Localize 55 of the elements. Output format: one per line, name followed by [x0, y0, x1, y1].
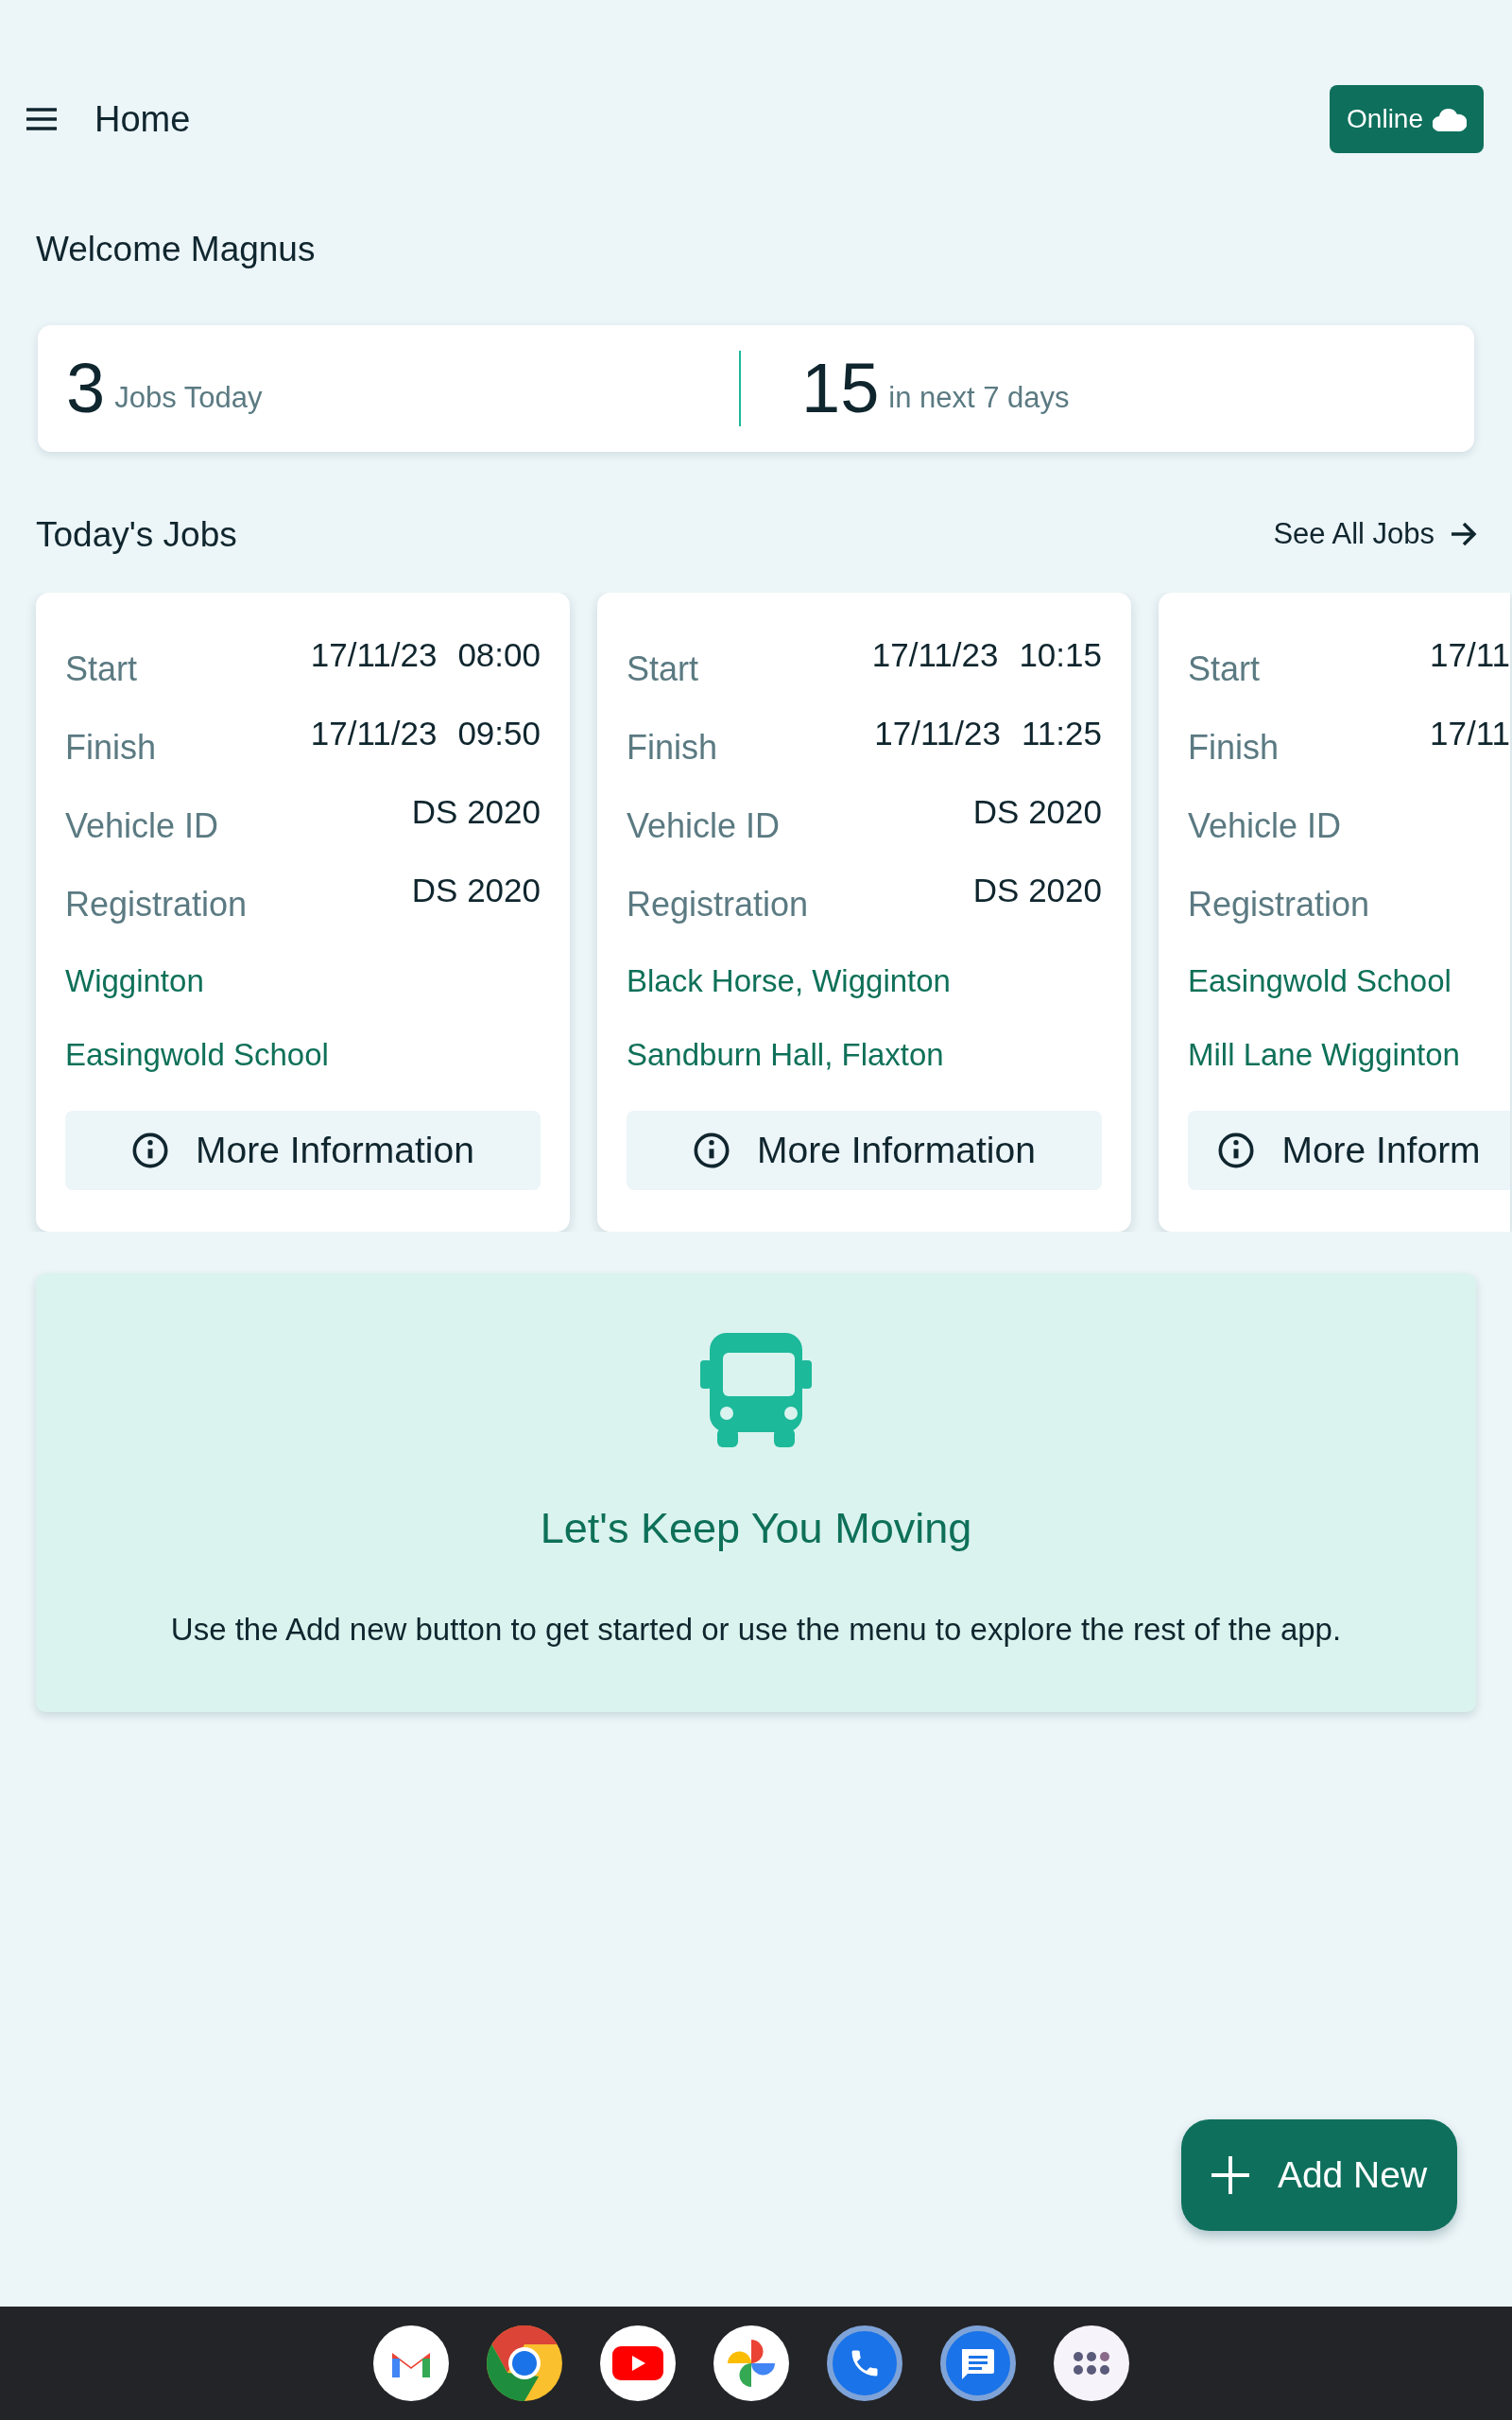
field-label: Registration: [1188, 884, 1370, 925]
field-value: 17/11/23: [874, 714, 1001, 753]
location-text: Wigginton: [65, 962, 204, 1001]
promo-text: Use the Add new button to get started or use the menu to explore the rest of the app.: [170, 1610, 1342, 1649]
stat-label: in next 7 days: [888, 380, 1070, 416]
field-label: Start: [65, 648, 138, 690]
field-value: 09:50: [457, 714, 541, 753]
more-information-button[interactable]: More Inform: [1188, 1111, 1510, 1190]
see-all-jobs-link[interactable]: See All Jobs: [1273, 512, 1478, 557]
welcome-heading: Welcome Magnus: [36, 230, 316, 268]
stat-label: Jobs Today: [114, 380, 263, 416]
field-label: Start: [627, 648, 699, 690]
field-label: Finish: [1188, 727, 1280, 769]
field-label: Finish: [65, 727, 157, 769]
plus-icon: [1211, 2156, 1249, 2194]
location-text: Black Horse, Wigginton: [627, 962, 951, 1001]
field-value: 10:15: [1019, 635, 1102, 675]
more-information-button[interactable]: More Information: [65, 1111, 541, 1190]
cloud-icon: [1433, 107, 1467, 131]
field-value: DS 2020: [411, 871, 541, 910]
field-label: Vehicle ID: [627, 805, 781, 847]
field-label: Finish: [627, 727, 718, 769]
field-label: Registration: [627, 884, 809, 925]
field-value: DS 2020: [972, 871, 1102, 910]
field-value: DS 2020: [972, 792, 1102, 832]
field-value: 17/11/23: [871, 635, 999, 675]
field-value: 08:00: [457, 635, 541, 675]
bus-icon: [700, 1330, 812, 1447]
online-status-button[interactable]: Online: [1330, 85, 1484, 153]
stat-value: 15: [801, 350, 880, 426]
info-icon: [131, 1132, 170, 1169]
add-new-button[interactable]: Add New: [1181, 2119, 1457, 2231]
arrow-right-icon: [1450, 521, 1478, 548]
field-value: 17/11: [1430, 714, 1510, 753]
location-text: Sandburn Hall, Flaxton: [627, 1036, 944, 1075]
field-value: 17/11: [1430, 635, 1510, 675]
info-icon: [693, 1132, 731, 1169]
field-value: 17/11/23: [310, 635, 438, 675]
field-value: DS 2020: [411, 792, 541, 832]
field-label: Vehicle ID: [1188, 805, 1342, 847]
location-text: Easingwold School: [1188, 962, 1452, 1001]
stat-value: 3: [66, 350, 106, 426]
location-text: Easingwold School: [65, 1036, 329, 1075]
field-label: Start: [1188, 648, 1261, 690]
info-icon: [1217, 1132, 1256, 1169]
more-information-button[interactable]: More Information: [627, 1111, 1102, 1190]
field-label: Registration: [65, 884, 248, 925]
section-heading: Today's Jobs: [36, 513, 237, 556]
page-title: Home: [94, 97, 191, 141]
field-label: Vehicle ID: [65, 805, 219, 847]
promo-title: Let's Keep You Moving: [540, 1503, 972, 1554]
field-value: 11:25: [1022, 714, 1102, 753]
field-value: 17/11/23: [310, 714, 438, 753]
location-text: Mill Lane Wigginton: [1188, 1036, 1460, 1075]
menu-icon[interactable]: [26, 107, 57, 131]
